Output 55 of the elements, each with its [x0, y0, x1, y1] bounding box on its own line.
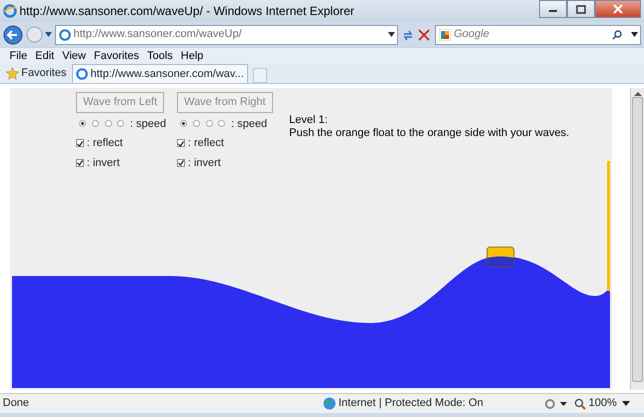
- close-icon: [613, 4, 624, 14]
- checkbox[interactable]: [76, 139, 84, 148]
- search-icon[interactable]: [612, 30, 622, 40]
- search-provider-icon[interactable]: [439, 28, 451, 40]
- radio-button[interactable]: [117, 120, 124, 128]
- address-field[interactable]: http://www.sansoner.com/waveUp/: [55, 24, 398, 44]
- menu-item[interactable]: View: [58, 48, 90, 64]
- globe-icon: [322, 397, 336, 410]
- radio-button[interactable]: [79, 120, 86, 128]
- search-field[interactable]: Google: [435, 24, 642, 44]
- menu-item[interactable]: Help: [176, 48, 208, 64]
- invert-label: : invert: [86, 156, 120, 170]
- status-text: Done: [2, 396, 30, 412]
- radio-button[interactable]: [180, 120, 188, 128]
- favorites-link[interactable]: Favorites: [21, 65, 66, 82]
- speed-label: : speed: [130, 116, 166, 132]
- dropdown-icon[interactable]: [45, 32, 52, 37]
- security-zone: Internet | Protected Mode: On: [338, 396, 484, 412]
- checkbox[interactable]: [177, 158, 186, 167]
- dropdown-icon[interactable]: [630, 32, 638, 37]
- menu-item[interactable]: Tools: [143, 48, 177, 64]
- browser-icon: [2, 4, 17, 18]
- close-icon[interactable]: [418, 28, 430, 40]
- star-icon: [6, 67, 18, 80]
- maximize-button[interactable]: [567, 0, 596, 18]
- checkbox[interactable]: [76, 158, 84, 167]
- window-title: http://www.sansoner.com/waveUp/ - Windows Internet Explorer: [20, 3, 354, 20]
- float: [486, 246, 514, 268]
- reflect-label: : reflect: [188, 136, 224, 151]
- maximize-icon: [576, 4, 586, 14]
- minimize-button[interactable]: [539, 0, 568, 18]
- speed-label: : speed: [231, 116, 268, 132]
- checkbox[interactable]: [177, 139, 186, 148]
- dropdown-icon[interactable]: [622, 401, 630, 406]
- page-icon: [58, 28, 71, 40]
- radio-button[interactable]: [192, 120, 200, 128]
- scrollbar[interactable]: [630, 88, 644, 390]
- invert-label: : invert: [188, 156, 221, 170]
- radio-button[interactable]: [104, 120, 112, 128]
- level-title: Level 1:: [289, 114, 329, 127]
- menu-item[interactable]: Favorites: [90, 48, 144, 64]
- radio-button[interactable]: [218, 120, 226, 128]
- close-button[interactable]: [595, 0, 642, 18]
- radio-button[interactable]: [92, 120, 99, 128]
- menu-item[interactable]: Edit: [31, 48, 58, 64]
- dropdown-icon[interactable]: [388, 32, 394, 37]
- page-icon: [76, 68, 88, 80]
- page-tab[interactable]: http://www.sansoner.com/wav...: [72, 64, 248, 83]
- radio-button[interactable]: [206, 120, 213, 128]
- level-instructions: Push the orange float to the orange side with your waves.: [289, 127, 570, 140]
- zoom-level[interactable]: 100%: [588, 395, 617, 412]
- menu-item[interactable]: File: [6, 48, 32, 64]
- reflect-label: : reflect: [86, 136, 123, 151]
- zoom-icon: [574, 398, 586, 410]
- back-icon[interactable]: [2, 24, 23, 44]
